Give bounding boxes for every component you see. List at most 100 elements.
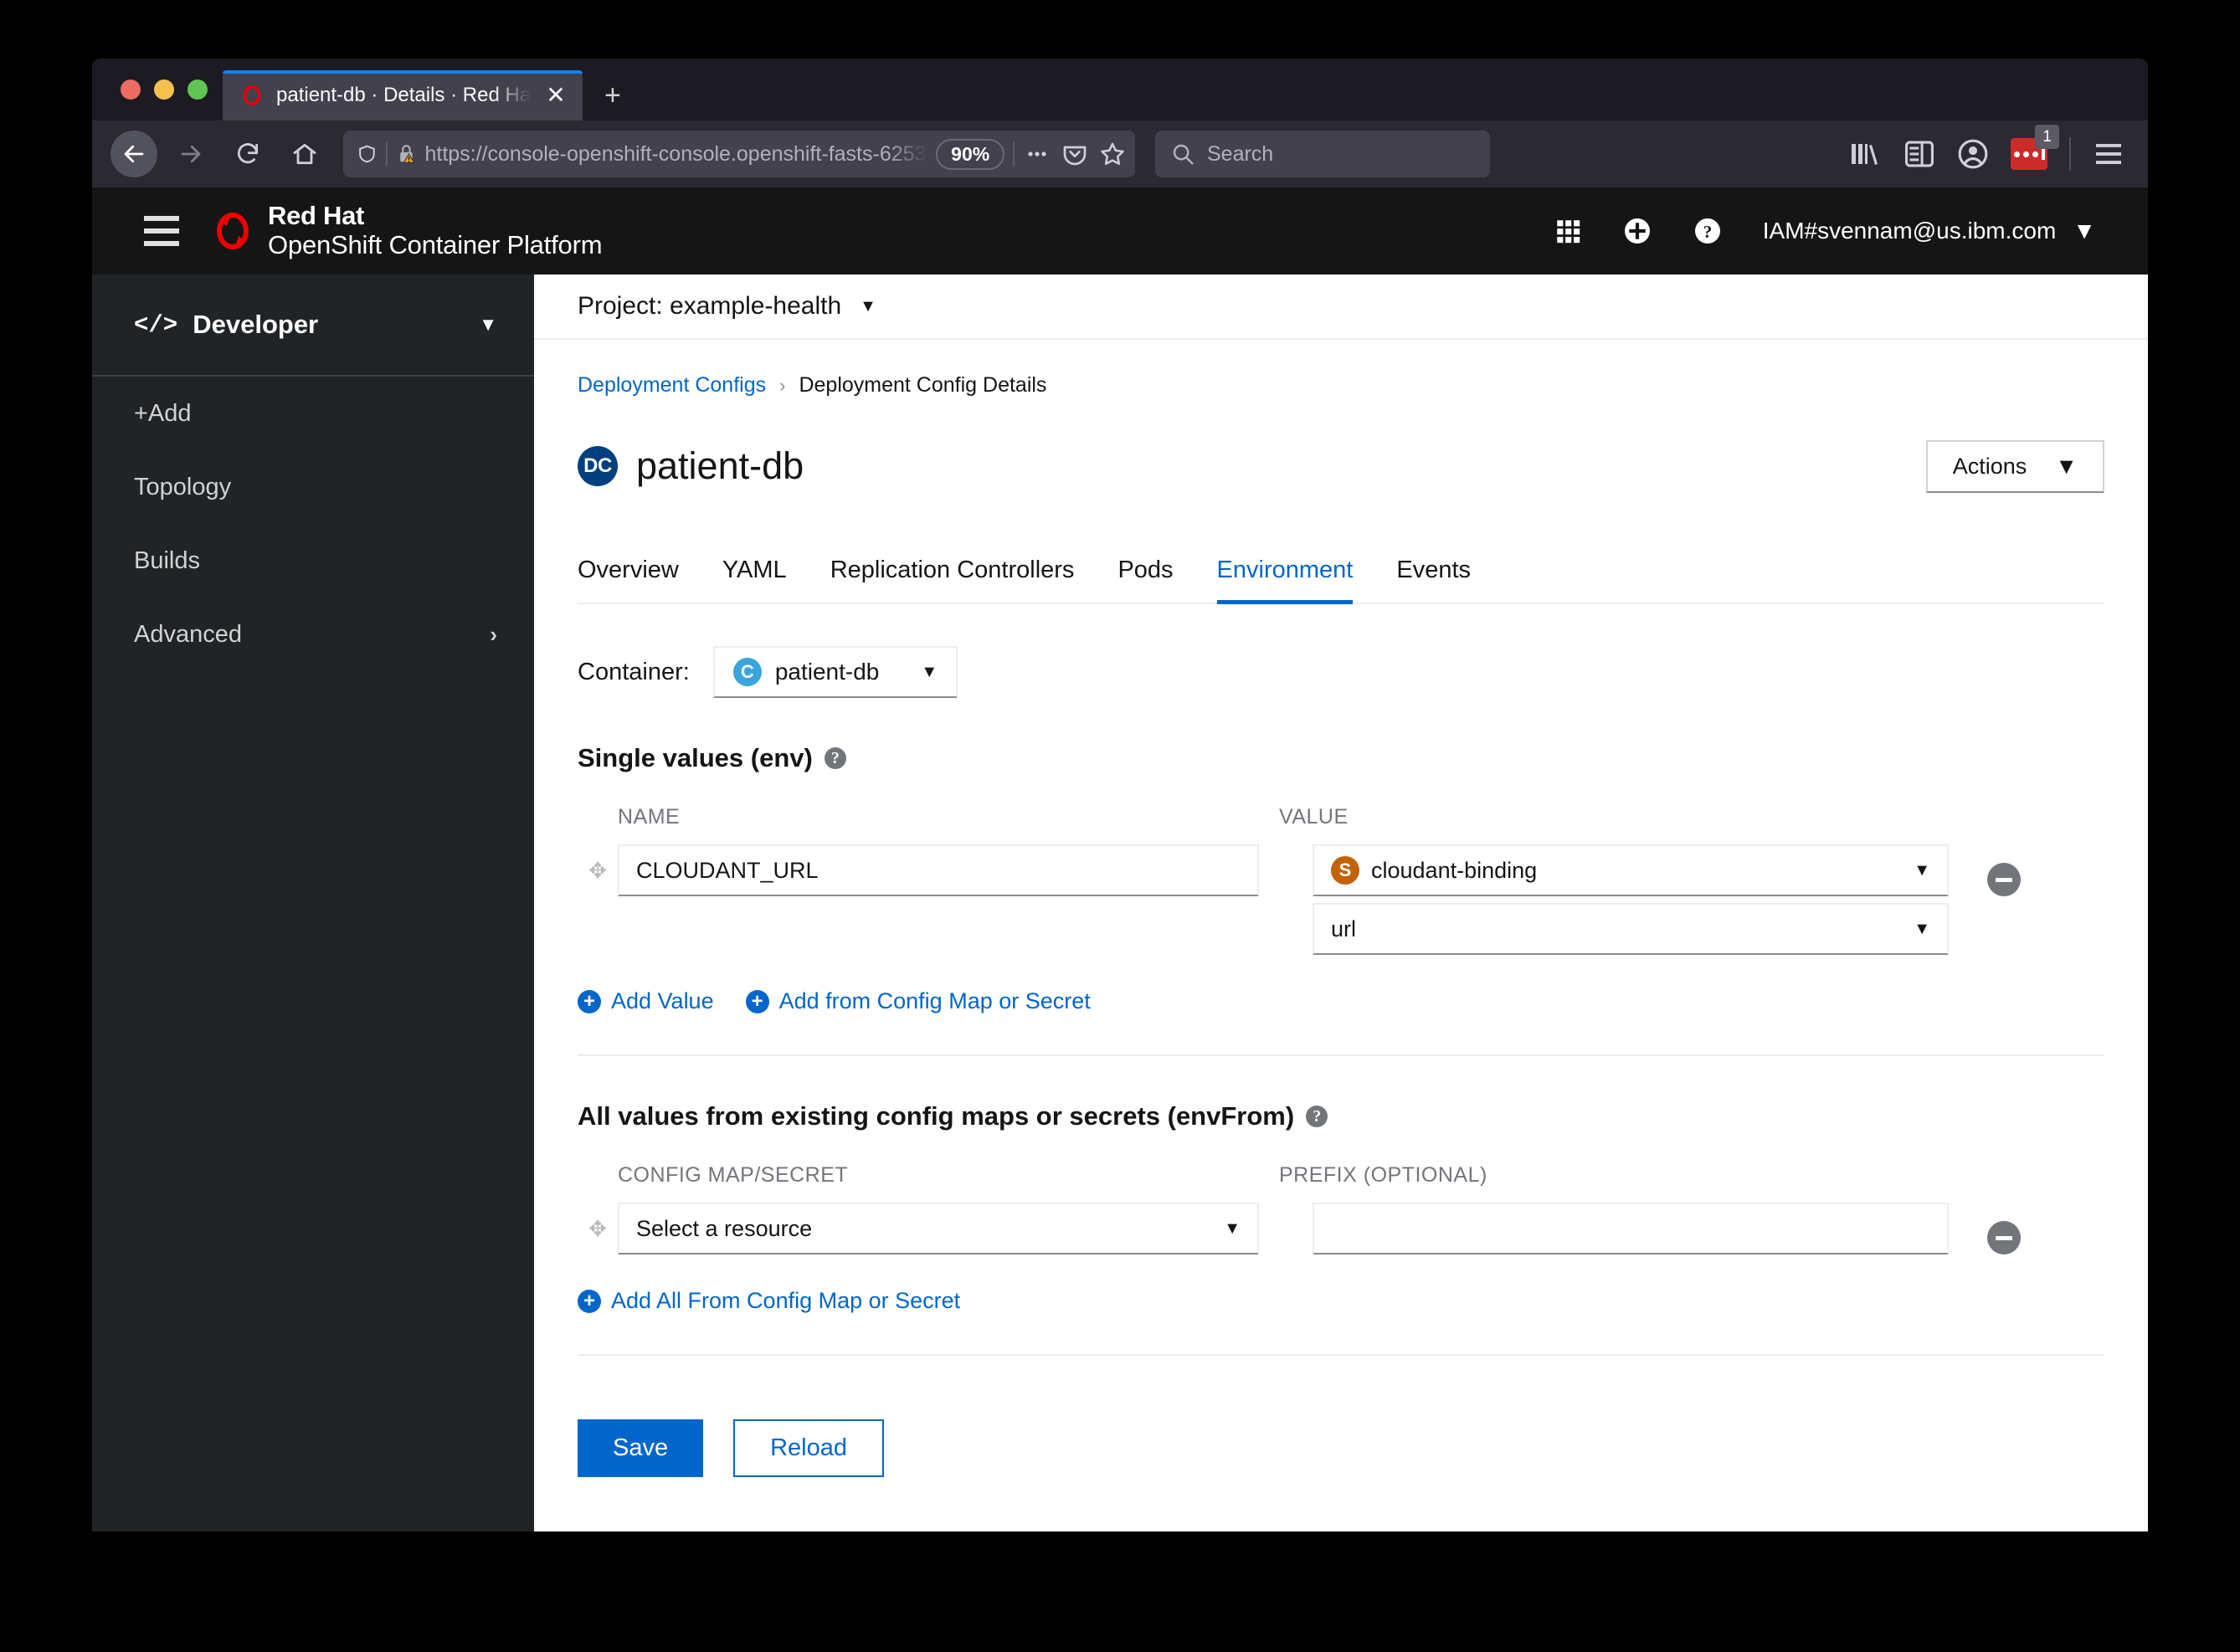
nav-toggle-button[interactable] bbox=[126, 204, 198, 258]
user-menu[interactable]: IAM#svennam@us.ibm.com ▼ bbox=[1763, 218, 2096, 244]
add-from-config-map-or-secret-link[interactable]: + Add from Config Map or Secret bbox=[745, 988, 1091, 1014]
brand-line-1: Red Hat bbox=[268, 201, 365, 231]
remove-env-from-row-button[interactable] bbox=[1987, 1221, 2021, 1255]
maximize-window-button[interactable] bbox=[188, 80, 208, 100]
new-tab-button[interactable]: + bbox=[583, 70, 643, 121]
app-launcher-icon[interactable] bbox=[1554, 217, 1582, 245]
breadcrumb-separator-icon: › bbox=[779, 374, 786, 396]
breadcrumb-current: Deployment Config Details bbox=[799, 373, 1047, 397]
page-title: patient-db bbox=[636, 444, 804, 488]
insecure-lock-icon[interactable] bbox=[396, 141, 417, 167]
search-bar[interactable]: Search bbox=[1155, 131, 1490, 177]
env-row: ✥ CLOUDANT_URL S cloudant-binding ▼ url … bbox=[578, 844, 2104, 956]
sidebar-item-builds[interactable]: Builds bbox=[92, 524, 534, 598]
sidebar-toggle-icon[interactable] bbox=[1903, 140, 1935, 168]
address-bar[interactable]: https://console-openshift-console.opensh… bbox=[343, 131, 1135, 177]
account-icon[interactable] bbox=[1957, 138, 1989, 170]
reload-button[interactable] bbox=[224, 131, 271, 177]
close-window-button[interactable] bbox=[121, 80, 141, 100]
back-button[interactable] bbox=[110, 131, 157, 177]
actions-button[interactable]: Actions ▼ bbox=[1925, 439, 2104, 493]
config-map-secret-select[interactable]: Select a resource ▼ bbox=[618, 1203, 1259, 1255]
sidebar-item-advanced[interactable]: Advanced › bbox=[92, 598, 534, 671]
search-placeholder: Search bbox=[1207, 141, 1274, 166]
console-masthead: Red Hat OpenShift Container Platform ? I… bbox=[92, 187, 2148, 274]
chevron-right-icon: › bbox=[490, 621, 497, 647]
column-header-value: VALUE bbox=[1279, 805, 1349, 829]
chevron-down-icon: ▼ bbox=[2055, 453, 2078, 479]
forward-button[interactable] bbox=[167, 131, 214, 177]
openshift-logo[interactable]: Red Hat OpenShift Container Platform bbox=[211, 201, 603, 259]
home-button[interactable] bbox=[281, 131, 328, 177]
add-all-from-config-map-or-secret-link[interactable]: + Add All From Config Map or Secret bbox=[578, 1288, 960, 1314]
library-icon[interactable] bbox=[1848, 139, 1882, 169]
env-from-title-text: All values from existing config maps or … bbox=[578, 1101, 1295, 1131]
page-actions-icon[interactable] bbox=[1023, 140, 1051, 168]
shield-icon[interactable] bbox=[357, 142, 378, 166]
tab-events[interactable]: Events bbox=[1374, 548, 1492, 603]
chevron-down-icon[interactable]: ▼ bbox=[860, 297, 876, 316]
container-selector-row: Container: C patient-db ▼ bbox=[578, 646, 2104, 699]
env-key-name: url bbox=[1331, 916, 1357, 941]
tab-overview[interactable]: Overview bbox=[578, 548, 701, 603]
browser-tab-active[interactable]: patient-db · Details · Red Hat O ✕ bbox=[223, 70, 583, 121]
drag-handle-icon[interactable]: ✥ bbox=[578, 844, 618, 884]
env-value-column: S cloudant-binding ▼ url ▼ bbox=[1313, 844, 1949, 956]
bookmark-star-icon[interactable] bbox=[1098, 140, 1127, 168]
browser-tab-strip: patient-db · Details · Red Hat O ✕ + bbox=[92, 59, 2148, 121]
minimize-window-button[interactable] bbox=[154, 80, 174, 100]
project-label[interactable]: Project: example-health bbox=[578, 292, 841, 321]
page-content: Deployment Configs › Deployment Config D… bbox=[534, 340, 2148, 1531]
save-button[interactable]: Save bbox=[578, 1419, 704, 1478]
sidebar-item-topology[interactable]: Topology bbox=[92, 450, 534, 524]
help-icon[interactable]: ? bbox=[824, 747, 846, 770]
add-plus-icon[interactable] bbox=[1622, 216, 1652, 246]
search-icon bbox=[1173, 144, 1194, 165]
resource-tabs: Overview YAML Replication Controllers Po… bbox=[578, 548, 2104, 605]
breadcrumb-link-deployment-configs[interactable]: Deployment Configs bbox=[578, 373, 766, 398]
reload-button[interactable]: Reload bbox=[733, 1419, 885, 1478]
pocket-icon[interactable] bbox=[1061, 141, 1088, 167]
browser-tab-title: patient-db · Details · Red Hat O bbox=[276, 84, 531, 106]
remove-env-row-button[interactable] bbox=[1987, 863, 2021, 897]
help-icon[interactable]: ? bbox=[1693, 216, 1723, 246]
hamburger-menu-icon[interactable] bbox=[2093, 141, 2124, 167]
single-values-column-headers: NAME VALUE bbox=[578, 805, 2104, 829]
single-values-title-text: Single values (env) bbox=[578, 743, 813, 773]
env-key-select[interactable]: url ▼ bbox=[1313, 903, 1949, 956]
tab-environment[interactable]: Environment bbox=[1195, 548, 1375, 605]
main-content: Project: example-health ▼ Deployment Con… bbox=[534, 274, 2148, 1531]
brand-line-2: OpenShift Container Platform bbox=[268, 230, 603, 259]
tab-yaml[interactable]: YAML bbox=[701, 548, 809, 603]
env-resource-select[interactable]: S cloudant-binding ▼ bbox=[1313, 844, 1949, 897]
openshift-console: Red Hat OpenShift Container Platform ? I… bbox=[92, 187, 2148, 1531]
container-badge: C bbox=[732, 658, 762, 687]
extension-button[interactable]: 1 bbox=[2011, 125, 2059, 170]
toolbar-divider-3 bbox=[2069, 137, 2071, 171]
add-value-link[interactable]: + Add Value bbox=[578, 988, 714, 1014]
browser-toolbar-right: 1 bbox=[1848, 125, 2130, 171]
tab-replication-controllers[interactable]: Replication Controllers bbox=[809, 548, 1097, 603]
perspective-switcher[interactable]: </> Developer ▼ bbox=[92, 274, 534, 377]
sidebar-item-add[interactable]: +Add bbox=[92, 377, 534, 450]
env-name-input[interactable]: CLOUDANT_URL bbox=[618, 844, 1259, 897]
container-select[interactable]: C patient-db ▼ bbox=[712, 646, 958, 699]
config-map-secret-placeholder: Select a resource bbox=[636, 1215, 813, 1241]
env-from-actions: + Add All From Config Map or Secret bbox=[578, 1288, 2104, 1314]
help-icon[interactable]: ? bbox=[1306, 1106, 1328, 1128]
toolbar-divider bbox=[385, 141, 388, 167]
chevron-down-icon: ▼ bbox=[1224, 1218, 1241, 1238]
drag-handle-icon[interactable]: ✥ bbox=[578, 1203, 618, 1242]
breadcrumb: Deployment Configs › Deployment Config D… bbox=[578, 373, 2104, 398]
chevron-down-icon: ▼ bbox=[2073, 218, 2096, 244]
console-body: </> Developer ▼ +Add Topology Builds Adv… bbox=[92, 274, 2148, 1531]
prefix-input[interactable] bbox=[1313, 1203, 1949, 1255]
perspective-label: Developer bbox=[193, 310, 319, 339]
zoom-level-indicator[interactable]: 90% bbox=[936, 138, 1005, 170]
address-bar-icons bbox=[1023, 140, 1127, 168]
close-tab-icon[interactable]: ✕ bbox=[544, 84, 568, 107]
reload-icon bbox=[238, 143, 259, 164]
sidebar-item-label: Builds bbox=[134, 546, 200, 574]
container-label: Container: bbox=[578, 658, 690, 685]
tab-pods[interactable]: Pods bbox=[1096, 548, 1194, 603]
